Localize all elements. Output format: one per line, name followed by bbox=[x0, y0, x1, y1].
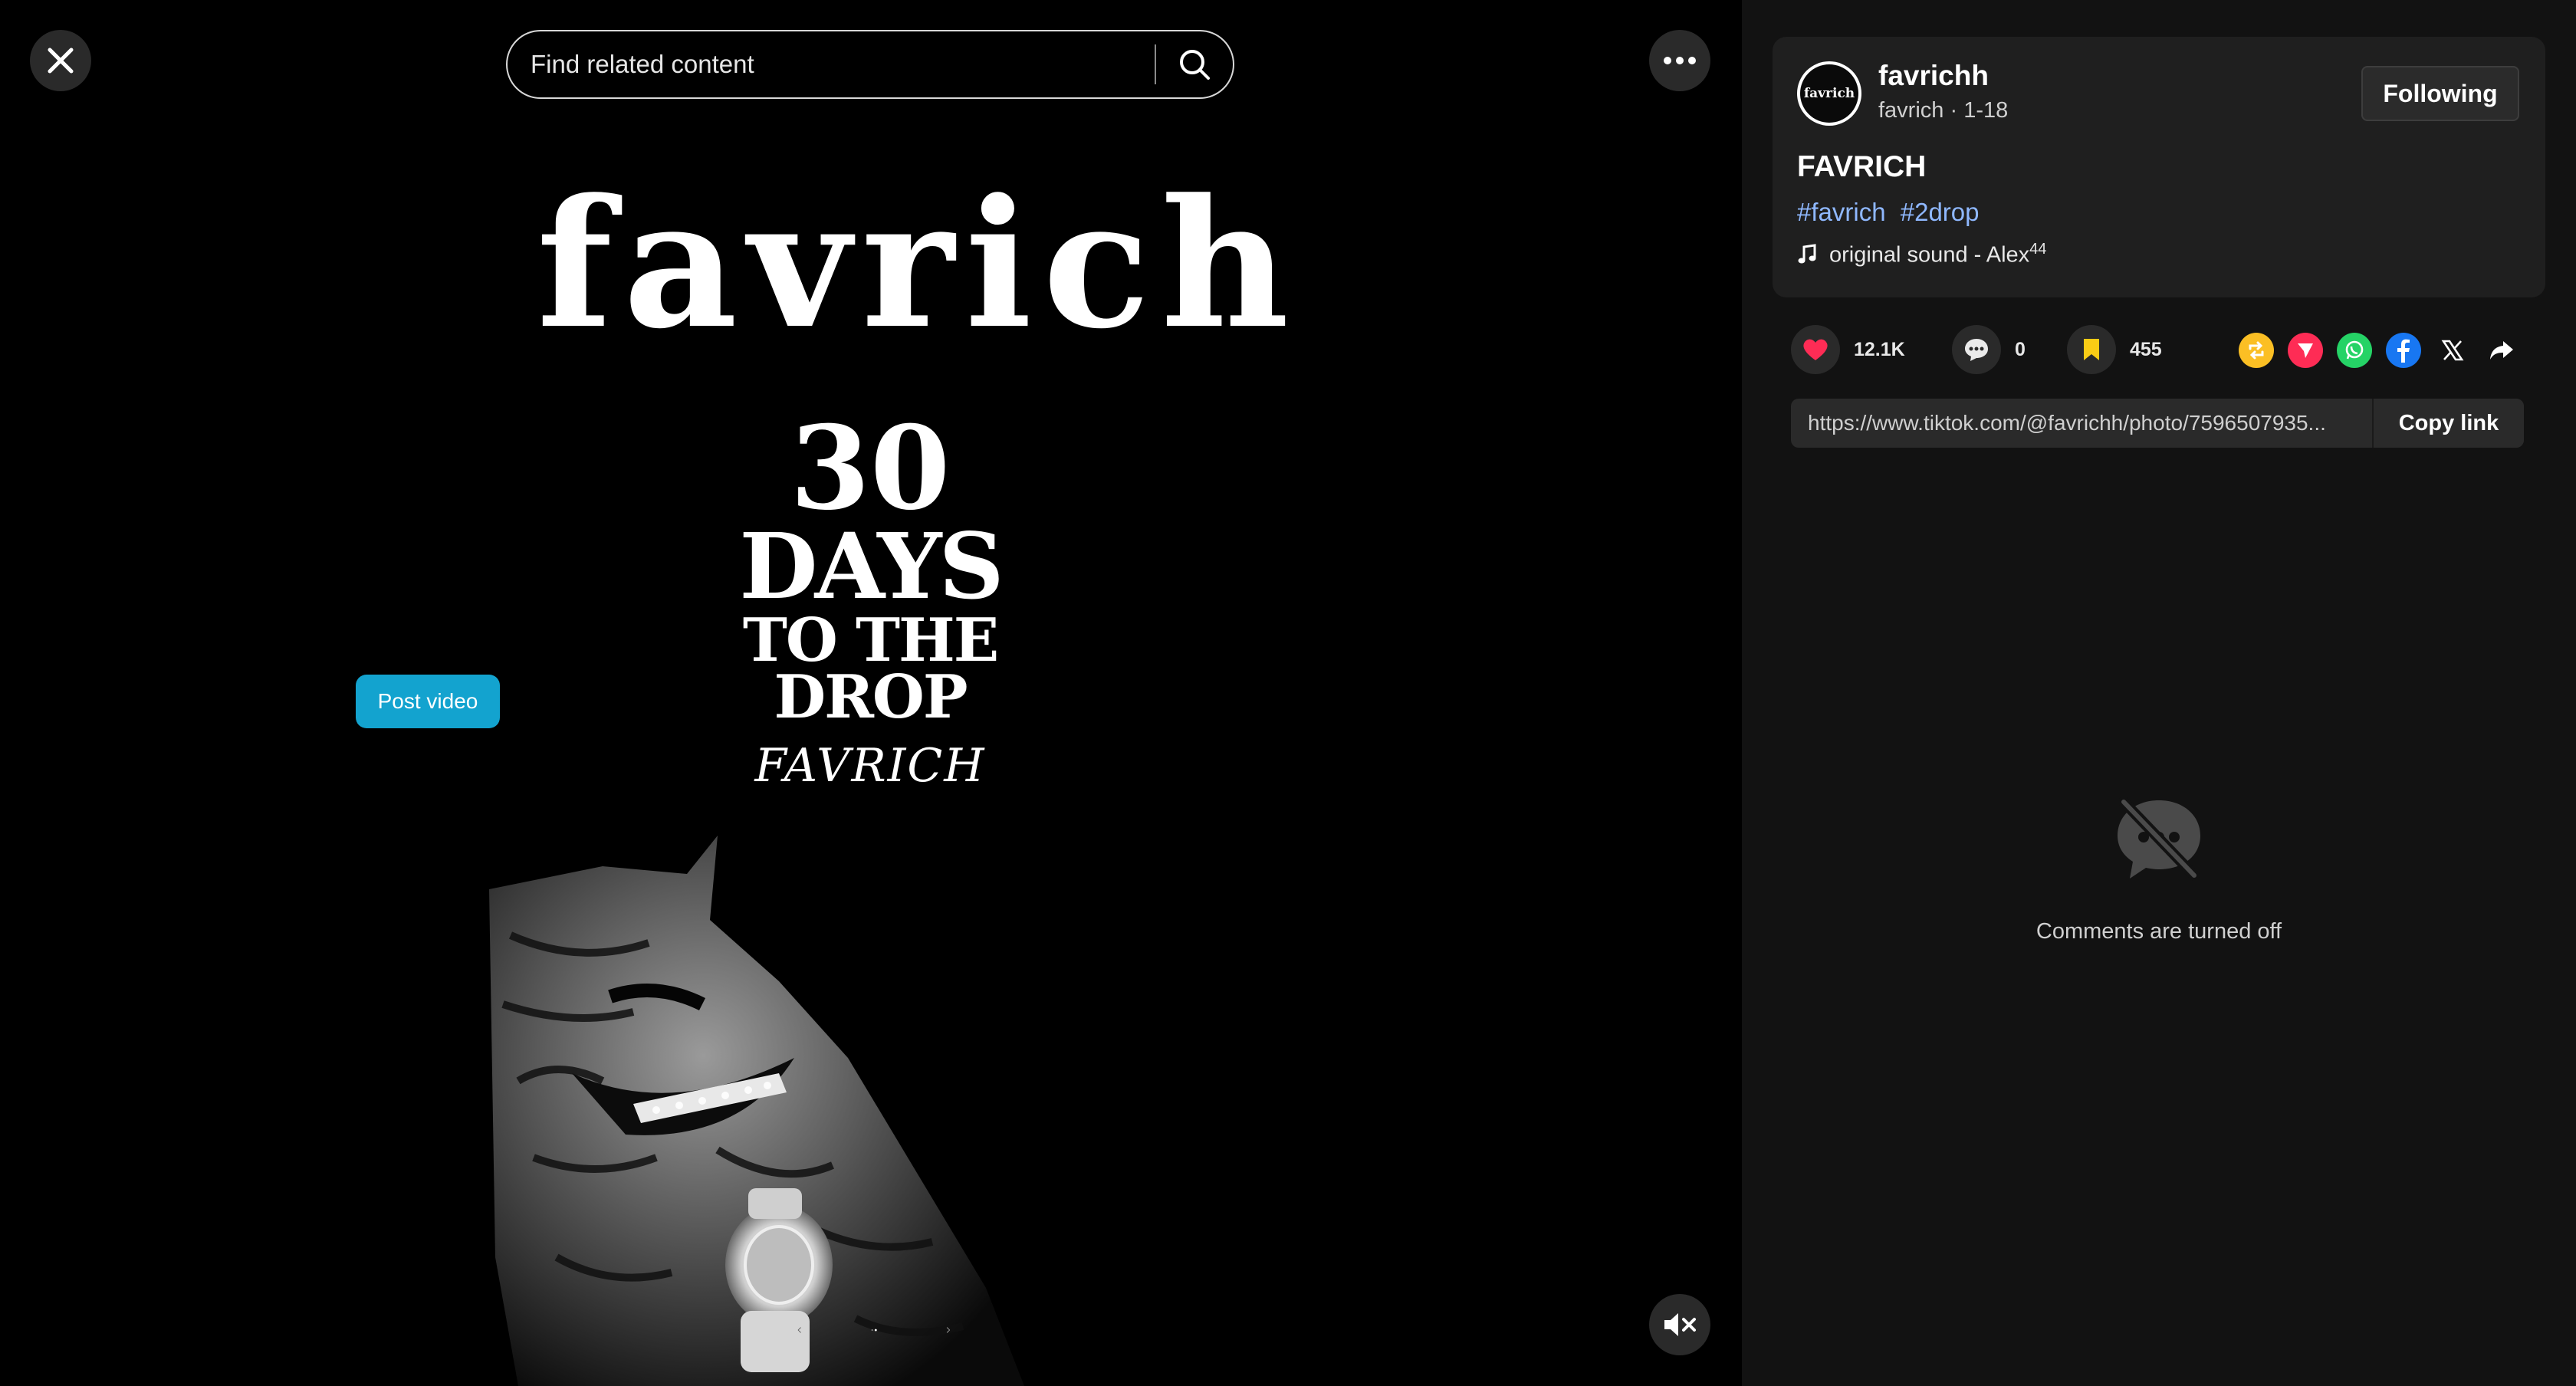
facebook-icon[interactable] bbox=[2386, 333, 2421, 368]
more-options-button[interactable] bbox=[1649, 30, 1710, 91]
search-bar bbox=[506, 30, 1234, 99]
comment-bubble-icon bbox=[1952, 325, 2001, 374]
post-info-card: favrich favrichh favrich · 1-18 Followin… bbox=[1773, 37, 2545, 297]
comment-count: 0 bbox=[2015, 338, 2026, 360]
details-panel: favrich favrichh favrich · 1-18 Followin… bbox=[1742, 0, 2576, 1386]
share-link-input[interactable] bbox=[1791, 399, 2372, 448]
close-button[interactable] bbox=[30, 30, 91, 91]
comment-button[interactable]: 0 bbox=[1952, 322, 2026, 377]
artwork-brand-script: FAVRICH bbox=[754, 738, 986, 793]
comments-off-text: Comments are turned off bbox=[2036, 919, 2282, 944]
carousel-prev-icon[interactable] bbox=[797, 1319, 802, 1342]
avatar[interactable]: favrich bbox=[1797, 61, 1861, 126]
share-icon[interactable] bbox=[2484, 333, 2519, 368]
comments-off-icon bbox=[2118, 796, 2200, 881]
comments-off-notice: Comments are turned off bbox=[1742, 794, 2576, 944]
search-icon bbox=[1180, 50, 1210, 80]
music-note-icon bbox=[1798, 244, 1816, 264]
save-count: 455 bbox=[2130, 338, 2162, 360]
sound-name: original sound - Alex44 bbox=[1829, 241, 2047, 268]
repost-icon[interactable] bbox=[2239, 333, 2274, 368]
share-link-box: Copy link bbox=[1791, 399, 2524, 448]
artwork-days-subtitle: TO THE DROP bbox=[742, 605, 999, 732]
whatsapp-icon[interactable] bbox=[2337, 333, 2372, 368]
carousel-controls bbox=[797, 1319, 951, 1342]
artwork-logo-text: favrich bbox=[537, 161, 1300, 368]
artwork-days-number: 30 bbox=[790, 401, 951, 536]
artwork-days-word: DAYS bbox=[739, 512, 1004, 619]
hashtag-list: #favrich #2drop bbox=[1797, 198, 1987, 227]
heart-icon bbox=[1791, 325, 1840, 374]
avatar-text: favrich bbox=[1800, 64, 1858, 123]
bookmark-icon bbox=[2067, 325, 2116, 374]
author-username[interactable]: favrichh bbox=[1878, 60, 1989, 92]
search-button[interactable] bbox=[1156, 31, 1233, 97]
following-button[interactable]: Following bbox=[2361, 66, 2519, 121]
actions-row: 12.1K 0 455 bbox=[1791, 322, 2527, 377]
search-input[interactable] bbox=[508, 31, 1155, 98]
carousel-indicator bbox=[871, 1329, 877, 1332]
hashtag-link[interactable]: #favrich bbox=[1797, 198, 1886, 226]
copy-link-button[interactable]: Copy link bbox=[2372, 399, 2524, 448]
save-button[interactable]: 455 bbox=[2067, 322, 2162, 377]
meta-separator: · bbox=[1950, 98, 1964, 123]
media-viewer: favrich 30 DAYS TO THE DROP FAVRICH Post… bbox=[0, 0, 1742, 1386]
close-icon bbox=[48, 48, 74, 74]
hashtag-link[interactable]: #2drop bbox=[1901, 198, 1980, 226]
like-button[interactable]: 12.1K bbox=[1791, 322, 1905, 377]
post-date: 1-18 bbox=[1963, 98, 2009, 123]
x-icon[interactable] bbox=[2435, 333, 2470, 368]
muted-speaker-icon bbox=[1664, 1313, 1696, 1336]
artwork-countdown: 30 DAYS TO THE DROP FAVRICH bbox=[659, 401, 1081, 793]
post-title: FAVRICH bbox=[1797, 150, 1927, 183]
send-icon[interactable] bbox=[2288, 333, 2323, 368]
mute-button[interactable] bbox=[1649, 1294, 1710, 1355]
post-photo bbox=[489, 836, 1024, 1386]
post-video-button[interactable]: Post video bbox=[356, 675, 500, 728]
like-count: 12.1K bbox=[1854, 338, 1905, 360]
carousel-next-icon[interactable] bbox=[946, 1319, 951, 1342]
author-nickname: favrich bbox=[1878, 98, 1944, 123]
more-icon bbox=[1664, 57, 1696, 64]
sound-link[interactable]: original sound - Alex44 bbox=[1797, 241, 2046, 268]
author-meta: favrich · 1-18 bbox=[1878, 98, 2008, 123]
